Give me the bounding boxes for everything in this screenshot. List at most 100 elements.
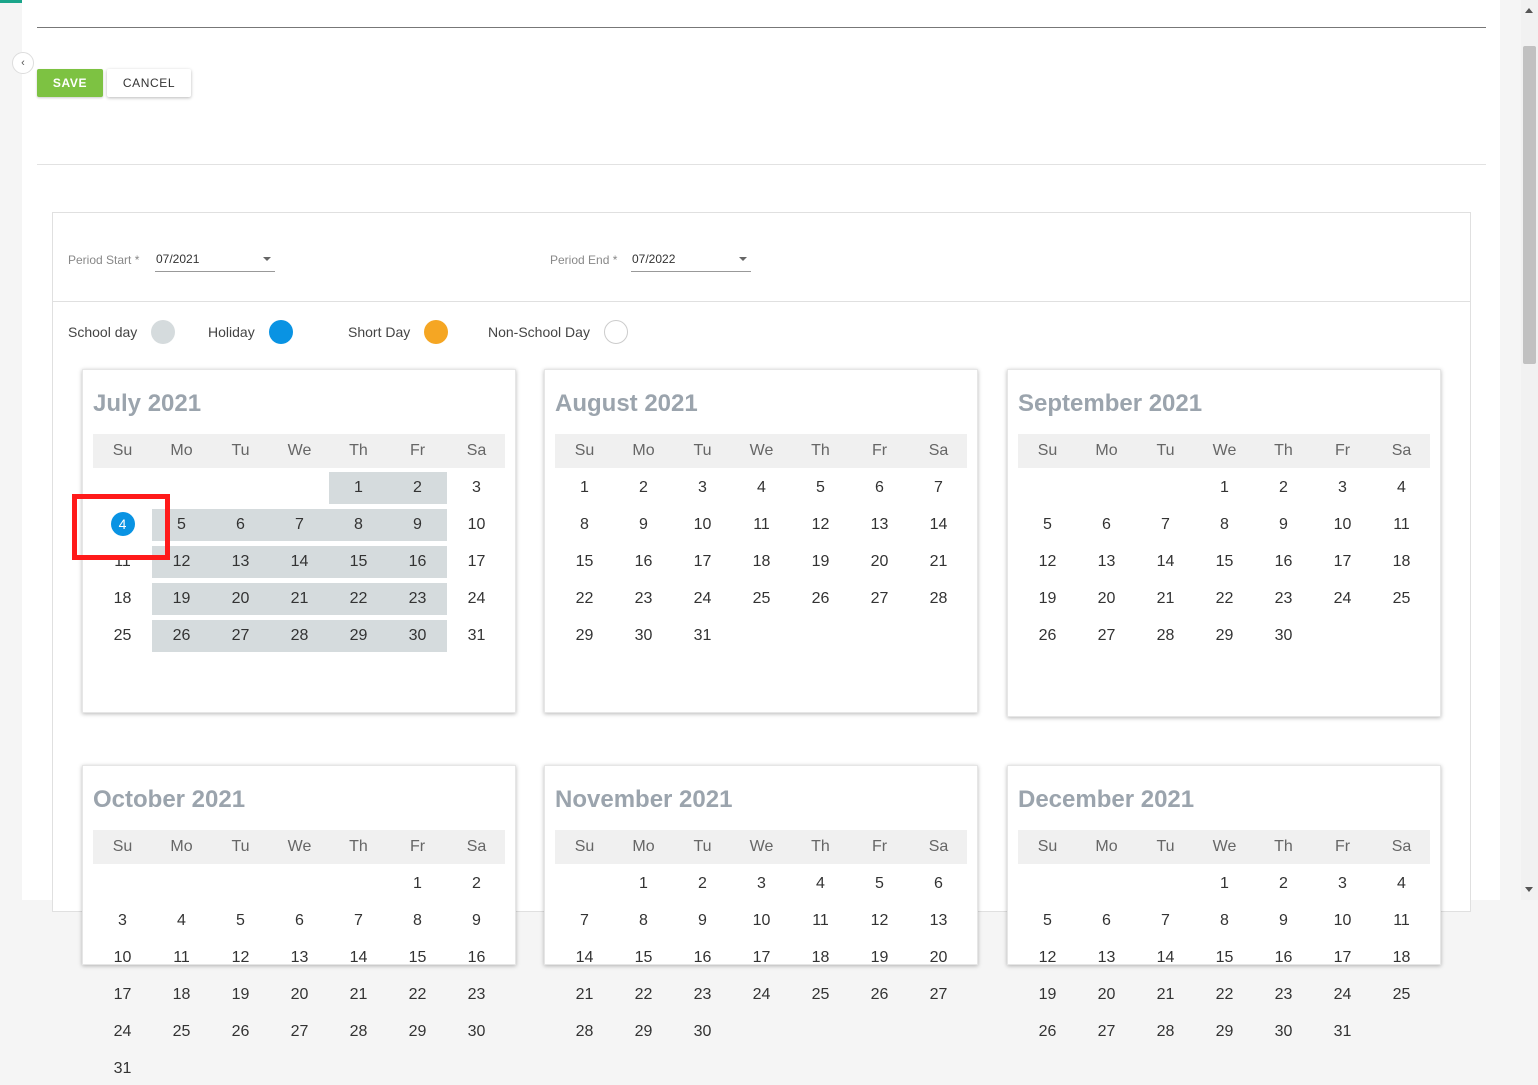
calendar-day[interactable]: 26 [850, 979, 909, 1011]
calendar-day[interactable]: 16 [1254, 546, 1313, 578]
calendar-day[interactable]: 7 [1136, 509, 1195, 541]
calendar-day[interactable]: 11 [152, 942, 211, 974]
calendar-day[interactable]: 2 [1254, 472, 1313, 504]
calendar-day[interactable]: 6 [270, 905, 329, 937]
calendar-day[interactable]: 23 [1254, 979, 1313, 1011]
calendar-day[interactable]: 20 [1077, 583, 1136, 615]
calendar-day[interactable]: 10 [447, 509, 506, 541]
calendar-day[interactable]: 24 [1313, 583, 1372, 615]
calendar-day[interactable]: 6 [909, 868, 968, 900]
calendar-day[interactable]: 25 [791, 979, 850, 1011]
calendar-day[interactable]: 6 [850, 472, 909, 504]
calendar-day[interactable]: 1 [614, 868, 673, 900]
calendar-day[interactable]: 6 [1077, 905, 1136, 937]
calendar-day[interactable]: 17 [93, 979, 152, 1011]
calendar-day[interactable]: 28 [329, 1016, 388, 1048]
calendar-day[interactable]: 17 [447, 546, 506, 578]
calendar-day[interactable]: 6 [211, 509, 270, 541]
calendar-day[interactable]: 29 [329, 620, 388, 652]
calendar-day[interactable]: 3 [1313, 868, 1372, 900]
calendar-day[interactable]: 27 [270, 1016, 329, 1048]
scroll-up-icon[interactable] [1525, 8, 1533, 13]
calendar-day[interactable]: 15 [1195, 546, 1254, 578]
calendar-day[interactable]: 3 [447, 472, 506, 504]
calendar-day[interactable]: 14 [555, 942, 614, 974]
period-end-select[interactable]: 07/2022 [631, 251, 751, 272]
calendar-day[interactable]: 7 [555, 905, 614, 937]
calendar-day[interactable]: 14 [1136, 546, 1195, 578]
calendar-day[interactable]: 1 [555, 472, 614, 504]
calendar-day[interactable]: 14 [329, 942, 388, 974]
save-button[interactable]: SAVE [37, 69, 103, 97]
calendar-day[interactable]: 2 [1254, 868, 1313, 900]
calendar-day[interactable]: 10 [93, 942, 152, 974]
calendar-day[interactable]: 17 [732, 942, 791, 974]
calendar-day[interactable]: 9 [388, 509, 447, 541]
calendar-day[interactable]: 9 [1254, 509, 1313, 541]
calendar-day[interactable]: 5 [791, 472, 850, 504]
calendar-day[interactable]: 16 [1254, 942, 1313, 974]
calendar-day[interactable]: 19 [1018, 583, 1077, 615]
calendar-day[interactable]: 29 [555, 620, 614, 652]
calendar-day[interactable]: 8 [555, 509, 614, 541]
calendar-day[interactable]: 22 [388, 979, 447, 1011]
calendar-day[interactable]: 23 [673, 979, 732, 1011]
calendar-day[interactable]: 7 [1136, 905, 1195, 937]
calendar-day[interactable]: 21 [270, 583, 329, 615]
page-scrollbar[interactable] [1521, 0, 1538, 900]
calendar-day[interactable]: 1 [1195, 868, 1254, 900]
calendar-day[interactable]: 30 [388, 620, 447, 652]
calendar-day[interactable]: 21 [329, 979, 388, 1011]
calendar-day[interactable]: 4 [1372, 472, 1431, 504]
calendar-day[interactable]: 22 [614, 979, 673, 1011]
calendar-day[interactable]: 13 [270, 942, 329, 974]
calendar-day[interactable]: 26 [1018, 620, 1077, 652]
calendar-day[interactable]: 7 [329, 905, 388, 937]
calendar-day[interactable]: 27 [1077, 1016, 1136, 1048]
calendar-day[interactable]: 22 [555, 583, 614, 615]
calendar-day[interactable]: 26 [152, 620, 211, 652]
scroll-thumb[interactable] [1523, 46, 1536, 364]
calendar-day[interactable]: 30 [673, 1016, 732, 1048]
calendar-day[interactable]: 28 [1136, 620, 1195, 652]
calendar-day[interactable]: 24 [447, 583, 506, 615]
calendar-day[interactable]: 24 [1313, 979, 1372, 1011]
chevron-left-icon[interactable]: ‹ [12, 52, 34, 74]
calendar-day[interactable]: 8 [388, 905, 447, 937]
calendar-day[interactable]: 20 [1077, 979, 1136, 1011]
calendar-day[interactable]: 23 [1254, 583, 1313, 615]
calendar-day[interactable]: 31 [1313, 1016, 1372, 1048]
calendar-day[interactable]: 31 [447, 620, 506, 652]
calendar-day[interactable]: 26 [211, 1016, 270, 1048]
calendar-day[interactable]: 2 [447, 868, 506, 900]
calendar-day[interactable]: 10 [1313, 905, 1372, 937]
calendar-day[interactable]: 13 [850, 509, 909, 541]
calendar-day[interactable]: 18 [1372, 546, 1431, 578]
calendar-day[interactable]: 16 [447, 942, 506, 974]
calendar-day[interactable]: 23 [447, 979, 506, 1011]
calendar-day[interactable]: 29 [1195, 1016, 1254, 1048]
calendar-day[interactable]: 18 [93, 583, 152, 615]
calendar-day[interactable]: 16 [673, 942, 732, 974]
calendar-day[interactable]: 18 [791, 942, 850, 974]
calendar-day[interactable]: 2 [388, 472, 447, 504]
calendar-day[interactable]: 25 [732, 583, 791, 615]
calendar-day[interactable]: 5 [211, 905, 270, 937]
calendar-day[interactable]: 5 [1018, 905, 1077, 937]
calendar-day[interactable]: 23 [388, 583, 447, 615]
calendar-day[interactable]: 1 [329, 472, 388, 504]
calendar-day[interactable]: 12 [152, 546, 211, 578]
calendar-day[interactable]: 3 [1313, 472, 1372, 504]
calendar-day[interactable]: 13 [211, 546, 270, 578]
calendar-day[interactable]: 1 [388, 868, 447, 900]
calendar-day[interactable]: 9 [673, 905, 732, 937]
calendar-day[interactable]: 29 [614, 1016, 673, 1048]
calendar-day[interactable]: 18 [1372, 942, 1431, 974]
calendar-day[interactable]: 4 [791, 868, 850, 900]
calendar-day[interactable]: 8 [614, 905, 673, 937]
calendar-day[interactable]: 1 [1195, 472, 1254, 504]
calendar-day[interactable]: 21 [909, 546, 968, 578]
calendar-day[interactable]: 15 [555, 546, 614, 578]
calendar-day[interactable]: 12 [850, 905, 909, 937]
calendar-day[interactable]: 28 [1136, 1016, 1195, 1048]
